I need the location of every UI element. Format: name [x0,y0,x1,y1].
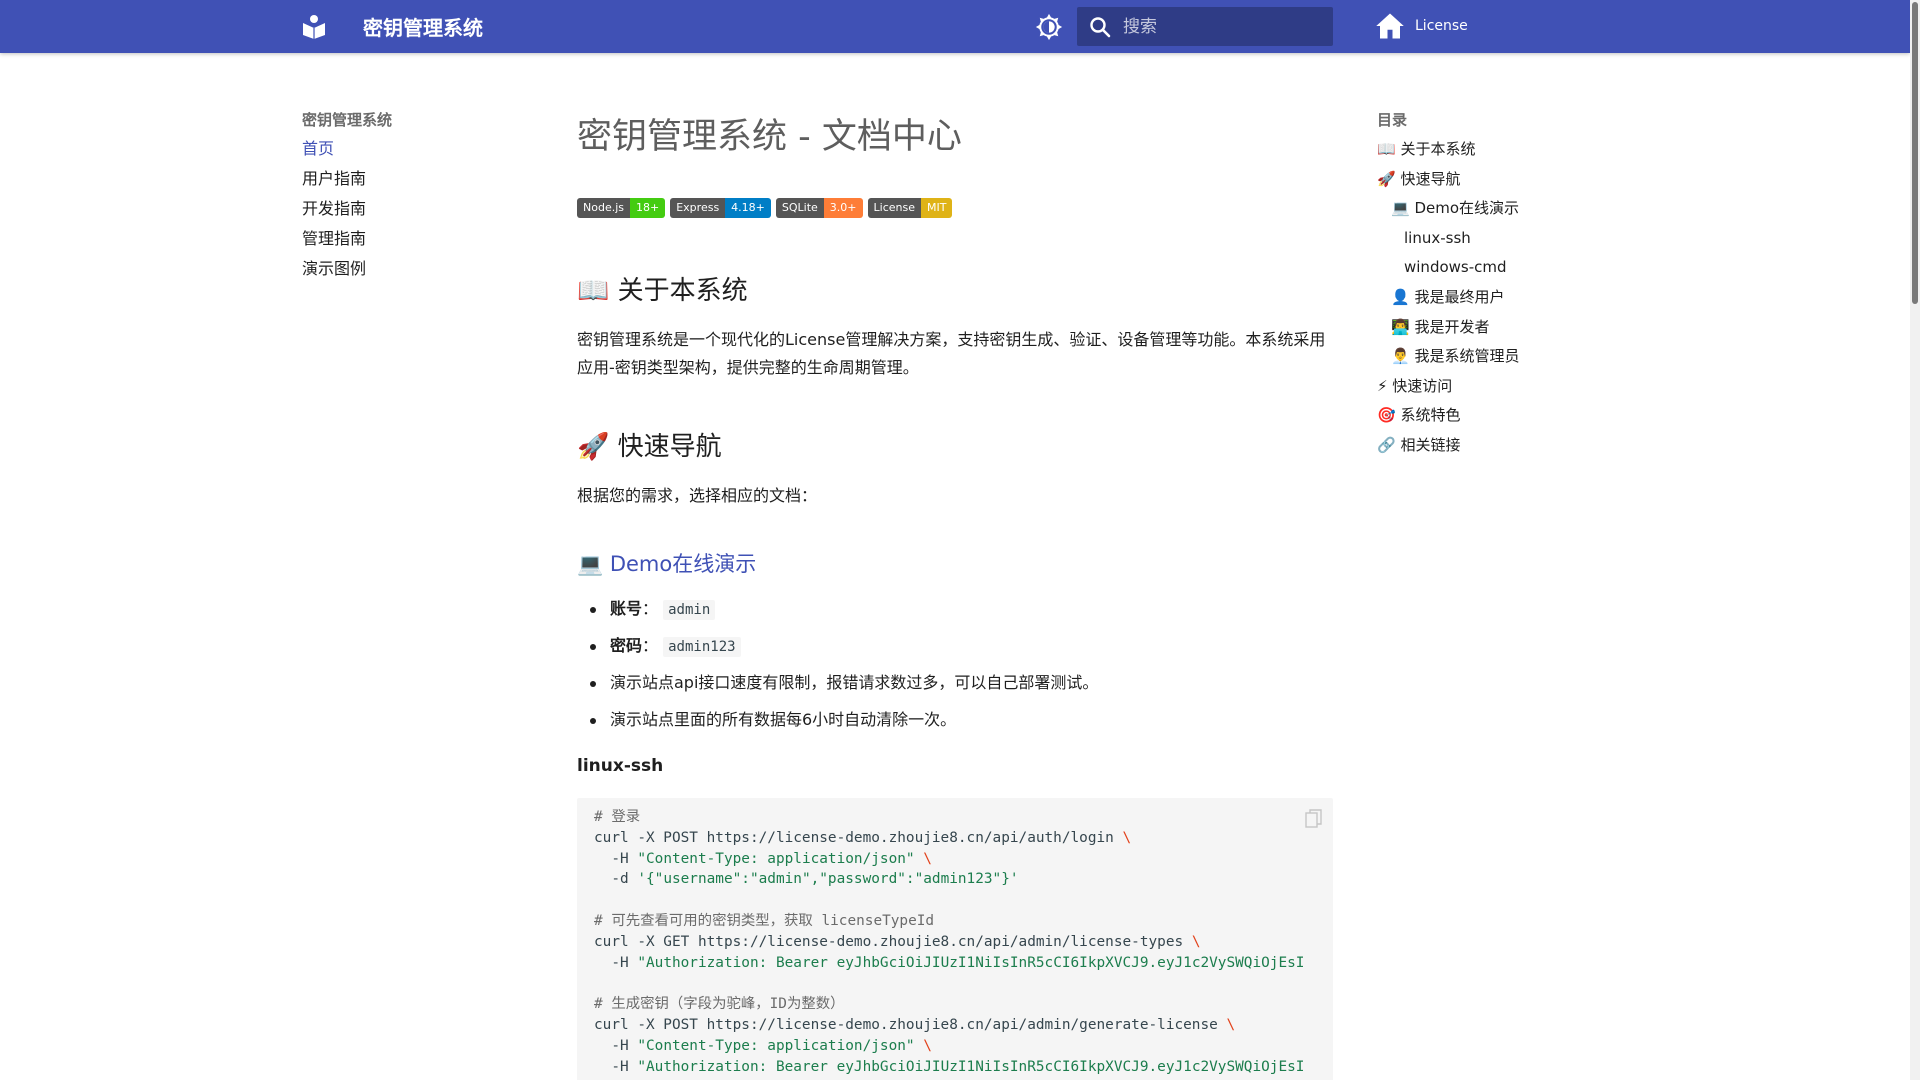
toc-item-features[interactable]: 🎯 系统特色 [1377,405,1617,435]
toc-item-linux-ssh[interactable]: linux-ssh [1377,228,1617,258]
nav-item-user-guide[interactable]: 用户指南 [302,169,522,199]
heading-quick-nav: 🚀 快速导航 [577,432,722,462]
book-logo-icon[interactable] [302,13,326,39]
badge-nodejs[interactable]: Node.js 18+ [577,198,666,218]
copy-icon[interactable] [1305,809,1323,829]
badge-value: 4.18+ [725,198,771,218]
nav-item-dev-guide[interactable]: 开发指南 [302,199,522,229]
account-label: 账号 [610,599,643,618]
badge-value: MIT [921,198,953,218]
top-header: 密钥管理系统 License [0,0,1910,53]
code-comment: # 登录 [594,809,641,825]
code-line: curl -X POST https://license-demo.zhouji… [594,1016,1227,1033]
page-title: 密钥管理系统 - 文档中心 [577,117,962,157]
repository-label: License [1415,18,1468,34]
badge-license[interactable]: License MIT [867,198,953,218]
badge-express[interactable]: Express 4.18+ [670,198,771,218]
account-value: admin [663,600,716,620]
toc-item-quick-nav[interactable]: 🚀 快速导航 [1377,169,1617,199]
code-escape: \ [923,850,932,867]
badge-sqlite[interactable]: SQLite 3.0+ [775,198,863,218]
code-string: "Authorization: Bearer eyJhbGciOiJIUzI1N… [637,1058,1305,1075]
toc-title: 目录 [1377,111,1408,129]
about-paragraph: 密钥管理系统是一个现代化的License管理解决方案，支持密钥生成、验证、设备管… [577,330,1326,377]
heading-linux-ssh: linux-ssh [577,756,664,776]
page-scrollbar[interactable] [1910,0,1920,1080]
code-content: # 登录 curl -X POST https://license-demo.z… [594,807,1304,1077]
code-comment: # 生成密钥（字段为驼峰，ID为整数） [594,996,845,1013]
code-line: curl -X GET https://license-demo.zhoujie… [594,933,1192,950]
nav-item-demo-images[interactable]: 演示图例 [302,259,522,289]
quick-nav-paragraph: 根据您的需求，选择相应的文档： [577,486,818,505]
site-title[interactable]: 密钥管理系统 [363,12,483,41]
list-item-rate-limit-note: 演示站点api接口速度有限制，报错请求数过多，可以自己部署测试。 [577,667,1337,704]
theme-toggle-icon[interactable] [1034,12,1064,42]
separator: ： [642,636,659,655]
code-escape: \ [1191,933,1201,950]
code-line: curl -X POST https://license-demo.zhouji… [594,829,1123,846]
code-string: "Authorization: Bearer eyJhbGciOiJIUzI1N… [637,954,1305,971]
code-comment: # 可先查看可用的密钥类型，获取 licenseTypeId [594,912,935,929]
toc-item-quick-access[interactable]: ⚡ 快速访问 [1377,376,1617,406]
code-string: "Content-Type: application/json" [637,850,915,867]
password-value: admin123 [663,637,741,657]
code-string: "Content-Type: application/json" [637,1037,915,1054]
badge-row: Node.js 18+ Express 4.18+ SQLite 3.0+ Li… [577,198,953,218]
separator: ： [642,599,659,618]
list-item-reset-note: 演示站点里面的所有数据每6小时自动清除一次。 [577,704,1337,741]
badge-value: 3.0+ [823,198,863,218]
code-line: -d [594,871,638,888]
badge-label: License [867,198,921,218]
toc-item-end-user[interactable]: 👤 我是最终用户 [1377,287,1617,317]
code-escape: \ [1226,1016,1236,1033]
code-line: -H [594,1058,638,1075]
badge-label: Express [670,198,726,218]
toc-item-developer[interactable]: 👨‍💻 我是开发者 [1377,317,1617,347]
search-box[interactable] [1077,7,1333,46]
badge-label: Node.js [577,198,630,218]
code-block[interactable]: # 登录 curl -X POST https://license-demo.z… [577,798,1333,1080]
toc-item-sysadmin[interactable]: 👨‍💼 我是系统管理员 [1377,346,1617,376]
toc-item-windows-cmd[interactable]: windows-cmd [1377,257,1617,287]
toc-item-about[interactable]: 📖 关于本系统 [1377,139,1617,169]
table-of-contents: 目录 📖 关于本系统 🚀 快速导航 💻 Demo在线演示 linux-ssh w… [1377,109,1617,465]
code-string: '{"username":"admin","password":"admin12… [637,871,1019,888]
toc-item-demo[interactable]: 💻 Demo在线演示 [1377,198,1617,228]
nav-item-home[interactable]: 首页 [302,139,522,169]
code-escape: \ [1122,829,1132,846]
primary-navigation: 密钥管理系统 首页 用户指南 开发指南 管理指南 演示图例 [302,109,522,289]
search-icon [1090,17,1111,38]
heading-about: 📖 关于本系统 [577,276,748,306]
badge-value: 18+ [630,198,666,218]
code-escape: \ [923,1037,932,1054]
search-input[interactable] [1123,7,1323,46]
code-line: -H [594,850,638,867]
demo-info-list: 账号： admin 密码： admin123 演示站点api接口速度有限制，报错… [577,593,1337,741]
password-label: 密码 [610,636,643,655]
code-line: -H [594,1037,638,1054]
list-item-account: 账号： admin [577,593,1337,630]
heading-demo[interactable]: 💻 Demo在线演示 [577,548,756,578]
scrollbar-thumb[interactable] [1912,2,1918,304]
nav-title: 密钥管理系统 [302,111,393,129]
badge-label: SQLite [775,198,824,218]
repository-link[interactable]: License [1375,11,1468,41]
toc-item-links[interactable]: 🔗 相关链接 [1377,435,1617,465]
home-icon [1376,13,1404,39]
list-item-password: 密码： admin123 [577,630,1337,667]
nav-item-admin-guide[interactable]: 管理指南 [302,229,522,259]
code-line: -H [594,954,638,971]
